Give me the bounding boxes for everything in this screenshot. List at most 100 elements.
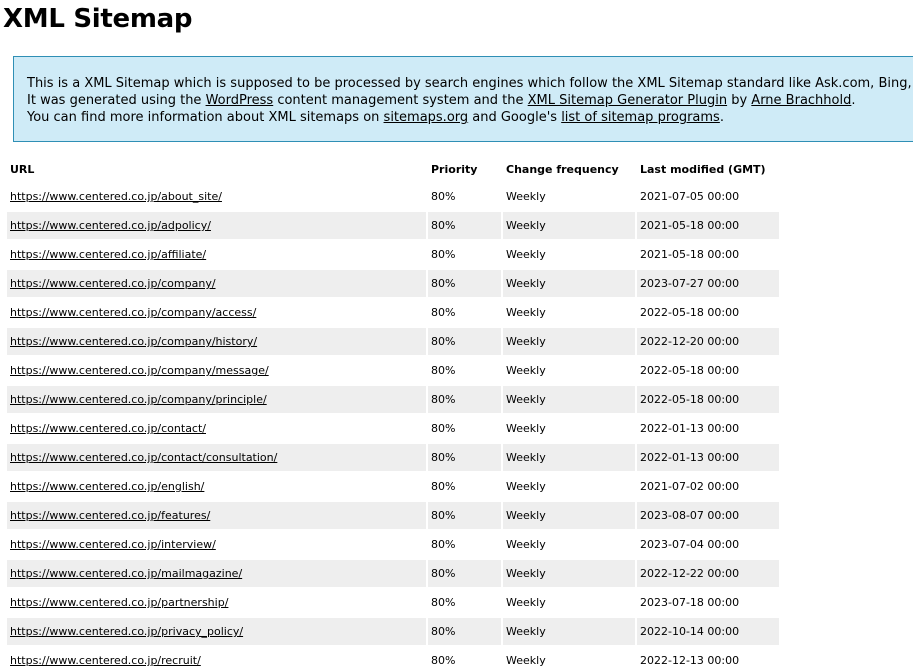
table-row: https://www.centered.co.jp/about_site/80… xyxy=(7,183,779,210)
table-row: https://www.centered.co.jp/privacy_polic… xyxy=(7,618,779,645)
url-cell: https://www.centered.co.jp/company/acces… xyxy=(7,299,426,326)
last-modified-cell: 2022-01-13 00:00 xyxy=(640,422,740,435)
change-frequency-cell: Weekly xyxy=(503,386,635,413)
sitemaps-org-link[interactable]: sitemaps.org xyxy=(384,110,469,125)
last-modified-cell: 2022-01-13 00:00 xyxy=(637,444,779,471)
change-frequency-cell: Weekly xyxy=(506,190,546,203)
intro-line-2: It was generated using the WordPress con… xyxy=(27,92,913,109)
change-frequency-cell: Weekly xyxy=(506,248,546,261)
table-row: https://www.centered.co.jp/contact/80% We… xyxy=(7,415,779,442)
url-cell: https://www.centered.co.jp/company/princ… xyxy=(7,386,426,413)
plugin-link[interactable]: XML Sitemap Generator Plugin xyxy=(528,93,727,108)
table-row: https://www.centered.co.jp/company/messa… xyxy=(7,357,779,384)
url-cell: https://www.centered.co.jp/partnership/ xyxy=(7,589,426,616)
url-cell: https://www.centered.co.jp/about_site/ xyxy=(7,183,426,210)
intro-line-3-end: . xyxy=(719,110,724,125)
url-cell: https://www.centered.co.jp/contact/ xyxy=(7,415,426,442)
last-modified-cell: 2022-05-18 00:00 xyxy=(637,386,779,413)
change-frequency-cell: Weekly xyxy=(503,212,635,239)
priority-cell: 80% xyxy=(428,270,501,297)
priority-cell: 80% xyxy=(431,190,456,203)
priority-cell: 80% xyxy=(428,560,501,587)
intro-line-2-by: by xyxy=(727,93,752,108)
priority-cell: 80% xyxy=(428,618,501,645)
table-row: https://www.centered.co.jp/company/acces… xyxy=(7,299,779,326)
url-link[interactable]: https://www.centered.co.jp/interview/ xyxy=(10,538,216,551)
change-frequency-cell: Weekly xyxy=(506,596,546,609)
url-link[interactable]: https://www.centered.co.jp/partnership/ xyxy=(10,596,228,609)
priority-cell: 80% xyxy=(428,328,501,355)
last-modified-cell: 2021-05-18 00:00 xyxy=(640,248,740,261)
change-frequency-cell: Weekly xyxy=(503,444,635,471)
table-row: https://www.centered.co.jp/mailmagazine/… xyxy=(7,560,779,587)
table-row: https://www.centered.co.jp/affiliate/80%… xyxy=(7,241,779,268)
priority-cell: 80% xyxy=(431,538,456,551)
last-modified-cell: 2023-07-27 00:00 xyxy=(637,270,779,297)
priority-cell: 80% xyxy=(431,422,456,435)
last-modified-cell: 2022-12-22 00:00 xyxy=(637,560,779,587)
intro-line-2-end: . xyxy=(851,93,856,108)
url-link[interactable]: https://www.centered.co.jp/contact/ xyxy=(10,422,206,435)
table-row: https://www.centered.co.jp/english/80% We… xyxy=(7,473,779,500)
url-link[interactable]: https://www.centered.co.jp/mailmagazine/ xyxy=(10,567,242,580)
author-link[interactable]: Arne Brachhold xyxy=(751,93,851,108)
priority-cell: 80% xyxy=(428,502,501,529)
url-link[interactable]: https://www.centered.co.jp/company/histo… xyxy=(10,335,257,348)
priority-cell: 80% xyxy=(428,386,501,413)
priority-cell: 80% xyxy=(431,654,456,667)
url-link[interactable]: https://www.centered.co.jp/features/ xyxy=(10,509,210,522)
url-link[interactable]: https://www.centered.co.jp/adpolicy/ xyxy=(10,219,211,232)
intro-line-2-mid: content management system and the xyxy=(273,93,528,108)
page-title: XML Sitemap xyxy=(3,4,193,34)
priority-cell: 80% xyxy=(428,212,501,239)
table-row: https://www.centered.co.jp/company/80% We… xyxy=(7,270,779,297)
change-frequency-cell: Weekly xyxy=(506,364,546,377)
last-modified-cell: 2023-07-04 00:00 xyxy=(640,538,740,551)
url-link[interactable]: https://www.centered.co.jp/affiliate/ xyxy=(10,248,206,261)
header-change-frequency: Change frequency xyxy=(506,163,619,176)
change-frequency-cell: Weekly xyxy=(506,480,546,493)
url-cell: https://www.centered.co.jp/company/histo… xyxy=(7,328,426,355)
change-frequency-cell: Weekly xyxy=(503,502,635,529)
url-cell: https://www.centered.co.jp/interview/ xyxy=(7,531,426,558)
table-row: https://www.centered.co.jp/interview/80%… xyxy=(7,531,779,558)
table-header: URL Priority Change frequency Last modif… xyxy=(7,158,779,181)
url-link[interactable]: https://www.centered.co.jp/privacy_polic… xyxy=(10,625,243,638)
wordpress-link[interactable]: WordPress xyxy=(206,93,274,108)
priority-cell: 80% xyxy=(431,596,456,609)
url-cell: https://www.centered.co.jp/company/messa… xyxy=(7,357,426,384)
priority-cell: 80% xyxy=(431,480,456,493)
url-link[interactable]: https://www.centered.co.jp/contact/consu… xyxy=(10,451,277,464)
table-row: https://www.centered.co.jp/contact/consu… xyxy=(7,444,779,471)
table-row: https://www.centered.co.jp/adpolicy/80% W… xyxy=(7,212,779,239)
change-frequency-cell: Weekly xyxy=(506,538,546,551)
url-link[interactable]: https://www.centered.co.jp/company/ xyxy=(10,277,216,290)
last-modified-cell: 2022-12-20 00:00 xyxy=(637,328,779,355)
intro-line-3-mid: and Google's xyxy=(468,110,562,125)
table-row: https://www.centered.co.jp/partnership/8… xyxy=(7,589,779,616)
priority-cell: 80% xyxy=(431,248,456,261)
url-link[interactable]: https://www.centered.co.jp/company/messa… xyxy=(10,364,269,377)
url-cell: https://www.centered.co.jp/mailmagazine/ xyxy=(7,560,426,587)
url-link[interactable]: https://www.centered.co.jp/company/acces… xyxy=(10,306,256,319)
url-link[interactable]: https://www.centered.co.jp/english/ xyxy=(10,480,204,493)
url-cell: https://www.centered.co.jp/contact/consu… xyxy=(7,444,426,471)
sitemap-table: URL Priority Change frequency Last modif… xyxy=(5,156,781,667)
url-cell: https://www.centered.co.jp/recruit/ xyxy=(7,647,426,667)
last-modified-cell: 2021-05-18 00:00 xyxy=(637,212,779,239)
change-frequency-cell: Weekly xyxy=(503,560,635,587)
last-modified-cell: 2023-08-07 00:00 xyxy=(637,502,779,529)
url-link[interactable]: https://www.centered.co.jp/company/princ… xyxy=(10,393,267,406)
header-row: URL Priority Change frequency Last modif… xyxy=(7,158,779,181)
last-modified-cell: 2022-10-14 00:00 xyxy=(637,618,779,645)
change-frequency-cell: Weekly xyxy=(506,654,546,667)
url-cell: https://www.centered.co.jp/adpolicy/ xyxy=(7,212,426,239)
url-cell: https://www.centered.co.jp/features/ xyxy=(7,502,426,529)
url-link[interactable]: https://www.centered.co.jp/about_site/ xyxy=(10,190,222,203)
intro-line-3: You can find more information about XML … xyxy=(27,109,913,126)
last-modified-cell: 2022-05-18 00:00 xyxy=(640,306,740,319)
sitemap-programs-link[interactable]: list of sitemap programs xyxy=(561,110,720,125)
table-body: https://www.centered.co.jp/about_site/80… xyxy=(7,183,779,667)
url-cell: https://www.centered.co.jp/affiliate/ xyxy=(7,241,426,268)
url-link[interactable]: https://www.centered.co.jp/recruit/ xyxy=(10,654,201,667)
